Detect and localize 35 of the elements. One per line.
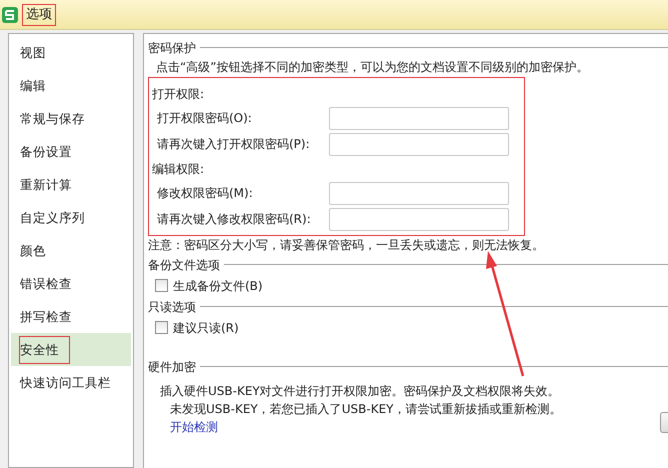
sidebar-item[interactable]: 自定义序列 <box>11 201 131 234</box>
sidebar-item[interactable]: 备份设置 <box>11 135 131 168</box>
description-text: 插入硬件USB-KEY对文件进行打开权限加密。密码保护及文档权限将失效。 <box>159 383 561 400</box>
section-title: 备份文件选项 <box>148 256 220 274</box>
field-label: 修改权限密码(M): <box>157 185 254 202</box>
sidebar-item[interactable]: 重新计算 <box>11 168 131 201</box>
sidebar-item[interactable]: 常规与保存 <box>11 102 131 135</box>
sidebar-item[interactable]: 编辑 <box>11 69 131 102</box>
checkbox-label: 生成备份文件(B) <box>173 278 263 294</box>
note-text: 注意：密码区分大小写，请妥善保管密码，一旦丢失或遗忘，则无法恢复。 <box>148 237 545 254</box>
section-title: 只读选项 <box>148 298 196 316</box>
sidebar-item[interactable]: 视图 <box>11 36 131 69</box>
field-label: 请再次键入修改权限密码(R): <box>157 211 312 228</box>
sidebar-item[interactable]: 错误检查 <box>11 267 131 300</box>
checkbox[interactable] <box>155 279 168 292</box>
app-logo-icon <box>2 6 18 22</box>
section-title: 硬件加密 <box>148 358 196 376</box>
status-text: 未发现USB-KEY，若您已插入了USB-KEY，请尝试重新拔插或重新检测。 <box>169 401 562 418</box>
password-field[interactable] <box>329 132 509 156</box>
checkbox[interactable] <box>155 321 168 334</box>
sidebar-item[interactable]: 颜色 <box>11 234 131 267</box>
section-title: 密码保护 <box>148 40 196 56</box>
password-field[interactable] <box>329 106 509 130</box>
hint-text: 点击“高级”按钮选择不同的加密类型，可以为您的文档设置不同级别的加密保护。 <box>155 59 590 76</box>
password-field[interactable] <box>329 208 509 230</box>
group-label: 编辑权限: <box>152 160 204 178</box>
checkbox-label: 建议只读(R) <box>173 320 239 336</box>
sidebar-item[interactable]: 快速访问工具栏 <box>11 366 131 399</box>
field-label: 打开权限密码(O): <box>157 110 253 127</box>
group-label: 打开权限: <box>152 86 204 102</box>
window-title: 选项 <box>22 4 56 26</box>
sidebar-item[interactable]: 拼写检查 <box>11 300 131 333</box>
password-field[interactable] <box>329 182 509 204</box>
field-label: 请再次键入打开权限密码(P): <box>157 136 311 153</box>
start-detect-link[interactable]: 开始检测 <box>170 420 218 434</box>
